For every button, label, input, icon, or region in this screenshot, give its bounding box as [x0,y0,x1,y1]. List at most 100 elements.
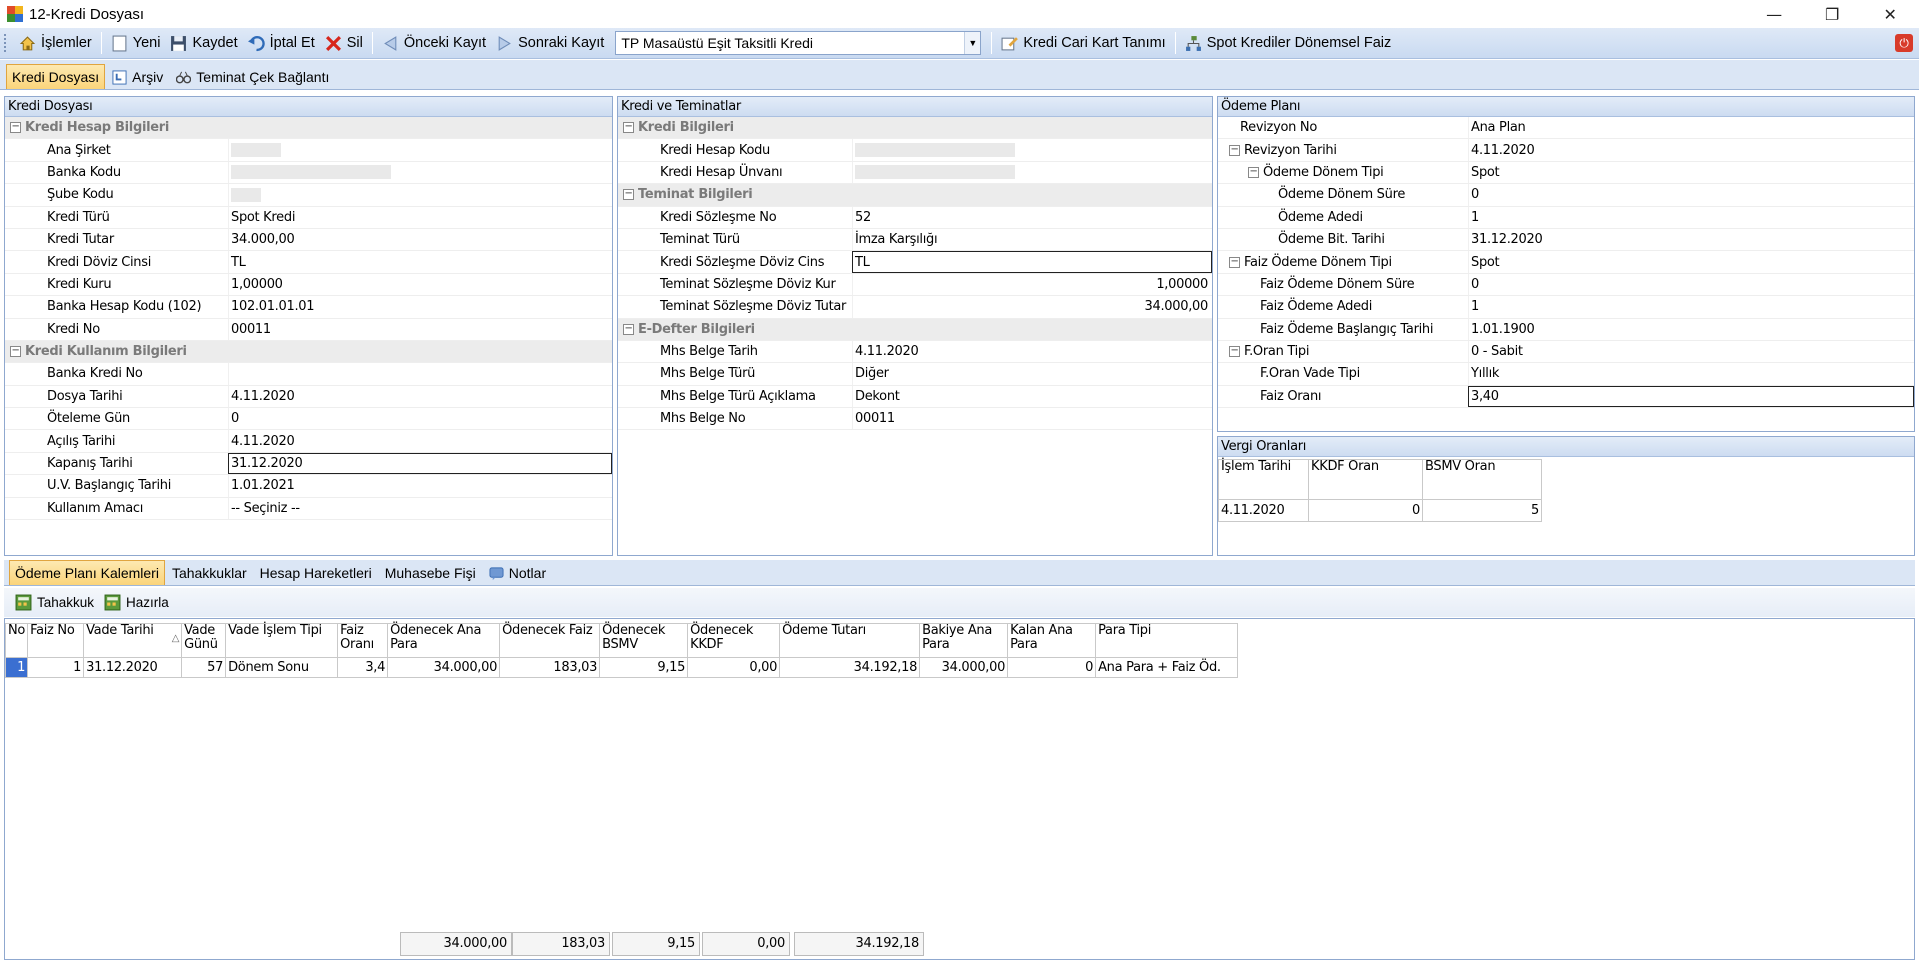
sil-button[interactable]: Sil [320,30,368,56]
table-cell[interactable]: 183,03 [499,657,601,678]
property-value[interactable]: 1,00000 [1156,277,1208,292]
property-row[interactable]: Faiz Ödeme Başlangıç Tarihi 1.01.1900 [1218,318,1914,341]
table-cell[interactable]: 0,00 [687,657,781,678]
column-header[interactable]: Faiz No [27,623,85,658]
property-value[interactable]: 1.01.1900 [1471,322,1535,337]
onceki-kayit-button[interactable]: Önceki Kayıt [377,30,491,56]
property-value[interactable]: 4.11.2020 [855,344,919,359]
column-header[interactable]: Vade Günü [181,623,227,658]
kaydet-button[interactable]: Kaydet [165,30,242,56]
property-row[interactable]: Kredi Kuru 1,00000 [5,273,612,297]
property-value[interactable]: 34.000,00 [1145,299,1209,314]
property-row[interactable]: Kapanış Tarihi 31.12.2020 [5,452,612,476]
property-value[interactable]: 1,00000 [231,277,283,292]
tab-arsiv[interactable]: Arşiv [106,64,169,89]
property-row[interactable]: Mhs Belge No 00011 [618,408,1212,431]
property-value[interactable]: Ana Plan [1471,120,1526,135]
chevron-down-icon[interactable]: ▼ [964,32,981,54]
collapse-icon[interactable]: − [1229,256,1240,268]
property-value[interactable]: 0 [231,411,239,426]
property-row[interactable]: Revizyon No Ana Plan [1218,117,1914,140]
table-cell[interactable]: 34.192,18 [779,657,921,678]
table-cell[interactable]: 0 [1308,499,1423,522]
tab-kredi-dosyasi[interactable]: Kredi Dosyası [6,64,106,89]
table-cell[interactable]: 0 [1007,657,1097,678]
property-row[interactable]: Kredi Sözleşme Döviz Cins TL [618,251,1212,274]
spot-krediler-button[interactable]: Spot Krediler Dönemsel Faiz [1180,30,1397,56]
column-header[interactable]: Bakiye Ana Para [919,623,1009,658]
collapse-icon[interactable]: − [623,122,634,134]
sort-ascending-icon[interactable]: △ [172,632,180,646]
property-row[interactable]: Mhs Belge Türü Diğer [618,363,1212,386]
property-value[interactable]: -- Seçiniz -- [231,501,300,516]
property-row[interactable]: Banka Kredi No [5,363,612,386]
column-header[interactable]: Vade İşlem Tipi [225,623,339,658]
kredi-cari-kart-button[interactable]: Kredi Cari Kart Tanımı [996,30,1170,56]
column-header[interactable]: Kalan Ana Para [1007,623,1097,658]
property-row[interactable]: Banka Hesap Kodu (102) 102.01.01.01 [5,296,612,319]
property-value[interactable]: 00011 [855,411,895,426]
column-header[interactable]: Vade Tarihi △ [83,623,183,658]
column-header[interactable]: Ödenecek KKDF [687,623,781,658]
property-row[interactable]: Kredi Hesap Kodu [618,139,1212,162]
property-row[interactable]: − Revizyon Tarihi 4.11.2020 [1218,139,1914,162]
property-row[interactable]: − Faiz Ödeme Dönem Tipi Spot [1218,251,1914,274]
property-row[interactable]: Teminat Sözleşme Döviz Kur 1,00000 [618,273,1212,297]
property-value[interactable]: 1.01.2021 [231,478,295,493]
property-value[interactable]: Spot [1471,255,1500,270]
collapse-icon[interactable]: − [1229,144,1240,156]
property-value[interactable]: 102.01.01.01 [231,299,315,314]
property-row[interactable]: Kredi Döviz Cinsi TL [5,251,612,274]
property-row[interactable]: − Ödeme Dönem Tipi Spot [1218,161,1914,185]
property-row[interactable]: Mhs Belge Tarih 4.11.2020 [618,340,1212,364]
property-value[interactable]: 31.12.2020 [1471,232,1543,247]
property-row[interactable]: Teminat Sözleşme Döviz Tutar 34.000,00 [618,296,1212,319]
tab-tahakkuklar[interactable]: Tahakkuklar [166,560,253,585]
property-value[interactable]: TL [855,255,870,270]
restore-button[interactable]: ❐ [1803,0,1861,28]
islemler-button[interactable]: İşlemler [14,30,97,56]
property-value[interactable]: 4.11.2020 [1471,143,1535,158]
column-header[interactable]: Faiz Oranı [337,623,389,658]
power-icon[interactable]: ⏻ [1895,34,1913,52]
category-row[interactable]: − Kredi Kullanım Bilgileri [5,340,612,364]
column-header[interactable]: Ödeme Tutarı [779,623,921,658]
property-value[interactable]: Spot [1471,165,1500,180]
property-row[interactable]: Banka Kodu [5,161,612,185]
collapse-icon[interactable]: − [10,122,21,134]
property-value[interactable]: 0 [1471,187,1479,202]
property-row[interactable]: U.V. Başlangıç Tarihi 1.01.2021 [5,475,612,498]
table-row[interactable]: 1 1 31.12.2020 57 Dönem Sonu 3,4 34.000,00 183,… [4,657,1239,678]
property-value[interactable]: Dekont [855,389,900,404]
column-header[interactable]: Ödenecek BSMV [599,623,689,658]
property-value[interactable]: TL [231,255,246,270]
property-row[interactable]: Ödeme Bit. Tarihi 31.12.2020 [1218,228,1914,252]
table-cell[interactable]: 9,15 [599,657,689,678]
property-row[interactable]: Kredi No 00011 [5,318,612,341]
property-row[interactable]: Açılış Tarihi 4.11.2020 [5,430,612,453]
table-cell[interactable]: Dönem Sonu [225,657,339,678]
table-cell[interactable]: 4.11.2020 [1218,499,1309,522]
close-button[interactable]: ✕ [1861,0,1919,28]
property-row[interactable]: Kredi Türü Spot Kredi [5,206,612,229]
property-row[interactable]: Kredi Tutar 34.000,00 [5,228,612,252]
property-row[interactable]: F.Oran Vade Tipi Yıllık [1218,363,1914,386]
category-row[interactable]: − Kredi Bilgileri [618,117,1212,140]
property-value[interactable]: Spot Kredi [231,210,295,225]
property-value[interactable]: Yıllık [1471,366,1499,381]
table-cell[interactable]: 3,4 [337,657,389,678]
property-row[interactable]: Faiz Ödeme Adedi 1 [1218,296,1914,319]
collapse-icon[interactable]: − [623,323,634,335]
tab-teminat-cek[interactable]: Teminat Çek Bağlantı [170,64,335,89]
column-header[interactable]: No [4,623,29,658]
category-row[interactable]: − E-Defter Bilgileri [618,318,1212,341]
tab-odeme-plani-kalemleri[interactable]: Ödeme Planı Kalemleri [9,560,165,585]
property-row[interactable]: Öteleme Gün 0 [5,408,612,431]
table-cell[interactable]: 57 [181,657,227,678]
category-row[interactable]: − Teminat Bilgileri [618,184,1212,207]
property-value[interactable]: 00011 [231,322,271,337]
table-cell[interactable]: 1 [27,657,85,678]
iptal-button[interactable]: İptal Et [243,30,320,56]
column-header[interactable]: Ödenecek Faiz [499,623,601,658]
property-row[interactable]: − F.Oran Tipi 0 - Sabit [1218,340,1914,364]
